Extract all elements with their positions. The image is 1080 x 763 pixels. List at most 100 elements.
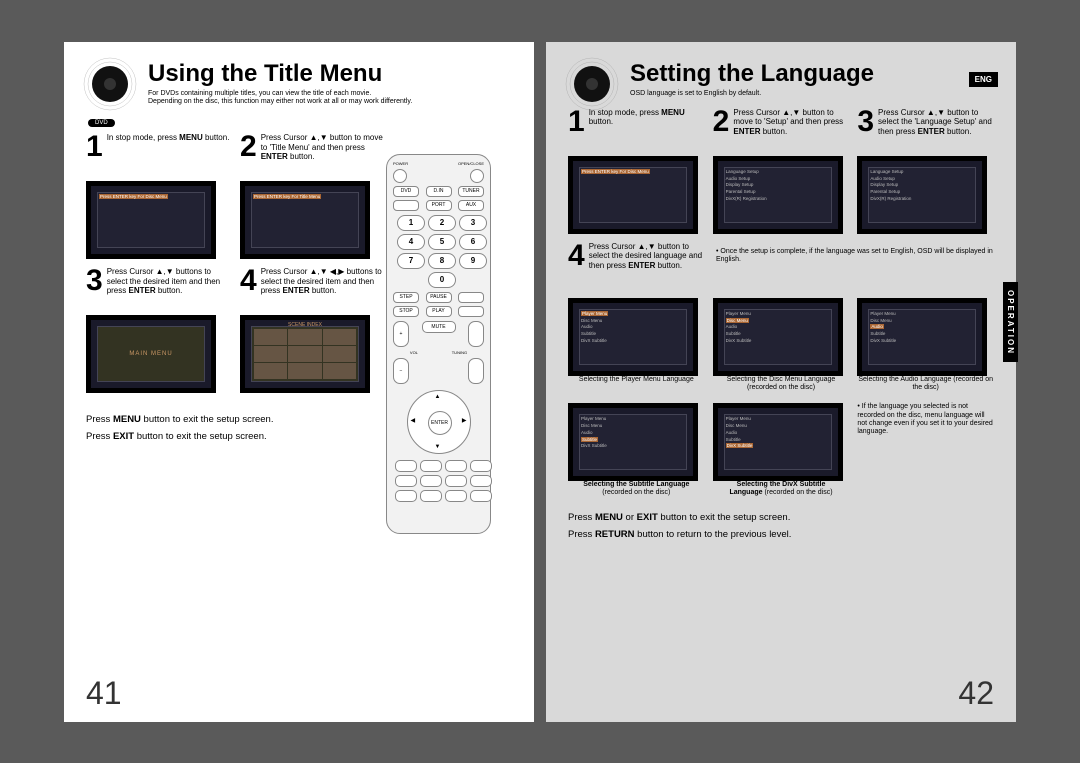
num-button[interactable]: 6: [459, 234, 487, 250]
page-left: Using the Title Menu For DVDs containing…: [64, 42, 534, 722]
function-button[interactable]: [420, 490, 442, 502]
mute-button[interactable]: MUTE: [422, 321, 456, 333]
source-button[interactable]: TUNER: [458, 186, 484, 197]
function-button[interactable]: [445, 490, 467, 502]
source-button[interactable]: AUX: [458, 200, 484, 211]
num-button[interactable]: 3: [459, 215, 487, 231]
num-button[interactable]: 7: [397, 253, 425, 269]
footer-line: Press MENU or EXIT button to exit the se…: [568, 509, 994, 526]
step-1: 1 In stop mode, press MENU button. Press…: [568, 108, 705, 234]
tv-screen: Language Setup Audio Setup Display Setup…: [713, 156, 843, 234]
num-button[interactable]: 2: [428, 215, 456, 231]
step-number: 4: [240, 267, 257, 294]
footer-line: Press EXIT button to exit the setup scre…: [86, 428, 386, 445]
screen-block: Player MenuDisc MenuAudioSubtitleDivX Su…: [568, 399, 705, 496]
screen-text: Player MenuDisc MenuAudioSubtitleDivX Su…: [726, 311, 798, 345]
tv-screen: Player MenuDisc MenuAudioSubtitleDivX Su…: [713, 403, 843, 481]
left-content: DVD 1 In stop mode, press MENU button. P…: [86, 116, 386, 445]
vol-down[interactable]: −: [393, 358, 409, 384]
footer-notes: Press MENU or EXIT button to exit the se…: [568, 509, 994, 543]
num-button[interactable]: 9: [459, 253, 487, 269]
nav-wheel[interactable]: ENTER ▲ ▼ ◀ ▶: [407, 390, 471, 454]
step-text: Press Cursor ▲,▼ buttons to select the d…: [107, 267, 232, 296]
step-number: 2: [240, 133, 257, 160]
step-text: Press Cursor ▲,▼ ◀,▶ buttons to select t…: [261, 267, 386, 296]
function-button[interactable]: [445, 475, 467, 487]
operation-tab: OPERATION: [1003, 282, 1018, 363]
transport-button[interactable]: PAUSE: [426, 292, 452, 303]
tuning-down[interactable]: [468, 358, 484, 384]
step-number: 1: [568, 108, 585, 135]
step-3: 3 Press Cursor ▲,▼ button to select the …: [857, 108, 994, 234]
step-3: 3 Press Cursor ▲,▼ buttons to select the…: [86, 267, 232, 393]
num-button[interactable]: 4: [397, 234, 425, 250]
source-button[interactable]: DVD: [393, 186, 419, 197]
remote-control: POWER OPEN/CLOSE DVD D.IN TUNER PORT AUX…: [386, 154, 491, 534]
step-text: Press Cursor ▲,▼ button to select the 'L…: [878, 108, 994, 137]
step-text: Press Cursor ▲,▼ button to move to 'Setu…: [733, 108, 849, 137]
num-button[interactable]: 1: [397, 215, 425, 231]
function-button[interactable]: [470, 490, 492, 502]
step-text: In stop mode, press MENU button.: [107, 133, 230, 143]
tv-screen: Player MenuDisc MenuAudioSubtitleDivX Su…: [857, 298, 987, 376]
footer-line: Press MENU button to exit the setup scre…: [86, 411, 386, 428]
vol-up[interactable]: +: [393, 321, 409, 347]
screen-caption: Selecting the DivX SubtitleLanguage (rec…: [713, 481, 850, 496]
step-number: 2: [713, 108, 730, 135]
power-button[interactable]: [393, 169, 407, 183]
function-button[interactable]: [420, 460, 442, 472]
cursor-down-icon[interactable]: ▼: [435, 444, 441, 450]
page-title: Setting the Language: [630, 60, 994, 88]
cursor-up-icon[interactable]: ▲: [435, 394, 441, 400]
tuning-up[interactable]: [468, 321, 484, 347]
page-subtitle: For DVDs containing multiple titles, you…: [148, 90, 512, 107]
function-button[interactable]: [420, 475, 442, 487]
num-button[interactable]: 8: [428, 253, 456, 269]
function-button[interactable]: [470, 460, 492, 472]
page-right: Setting the Language OSD language is set…: [546, 42, 1016, 722]
function-button[interactable]: [395, 490, 417, 502]
function-grid: [395, 460, 482, 502]
screen-text: Player MenuDisc MenuAudioSubtitleDivX Su…: [581, 416, 653, 450]
screen-text: MAIN MENU: [97, 326, 205, 382]
cursor-right-icon[interactable]: ▶: [462, 417, 467, 424]
eng-badge: ENG: [969, 72, 998, 87]
function-button[interactable]: [445, 460, 467, 472]
note: Once the setup is complete, if the langu…: [716, 248, 994, 265]
cursor-left-icon[interactable]: ◀: [411, 417, 416, 424]
open-close-button[interactable]: [470, 169, 484, 183]
transport-button[interactable]: PLAY: [426, 306, 452, 317]
num-button[interactable]: 5: [428, 234, 456, 250]
function-button[interactable]: [395, 475, 417, 487]
transport-button[interactable]: STEP: [393, 292, 419, 303]
screen-text: Press ENTER key For Disc Menu: [581, 169, 650, 174]
speaker-icon: [82, 56, 138, 112]
transport-button[interactable]: [458, 292, 484, 303]
screen-text: Language Setup Audio Setup Display Setup…: [870, 169, 942, 203]
screen-caption: Selecting the Subtitle Language(recorded…: [568, 481, 705, 496]
transport-button[interactable]: [458, 306, 484, 317]
function-button[interactable]: [470, 475, 492, 487]
screen-block: Player MenuDisc MenuAudioSubtitleDivX Su…: [713, 399, 850, 496]
step-number: 3: [86, 267, 103, 294]
step-1: 1 In stop mode, press MENU button. Press…: [86, 133, 232, 259]
source-button[interactable]: PORT: [426, 200, 452, 211]
page-number: 41: [86, 675, 122, 712]
tv-screen: Language Setup Audio Setup Display Setup…: [857, 156, 987, 234]
screen-block: Player MenuDisc MenuAudioSubtitleDivX Su…: [568, 294, 705, 391]
num-button[interactable]: 0: [428, 272, 456, 288]
page-number: 42: [958, 675, 994, 712]
footer-line: Press RETURN button to return to the pre…: [568, 526, 994, 543]
screen-text: SCENE INDEX: [245, 322, 365, 328]
transport-button[interactable]: STOP: [393, 306, 419, 317]
source-button[interactable]: [393, 200, 419, 211]
remote-label: POWER: [393, 161, 408, 166]
tv-screen: Press ENTER key For Disc Menu: [86, 181, 216, 259]
source-button[interactable]: D.IN: [426, 186, 452, 197]
enter-button[interactable]: ENTER: [428, 411, 452, 435]
function-button[interactable]: [395, 460, 417, 472]
screen-block: Player MenuDisc MenuAudioSubtitleDivX Su…: [713, 294, 850, 391]
step-number: 3: [857, 108, 874, 135]
numpad: 1 2 3 4 5 6 7 8 9 0: [397, 215, 480, 288]
tv-screen: MAIN MENU: [86, 315, 216, 393]
